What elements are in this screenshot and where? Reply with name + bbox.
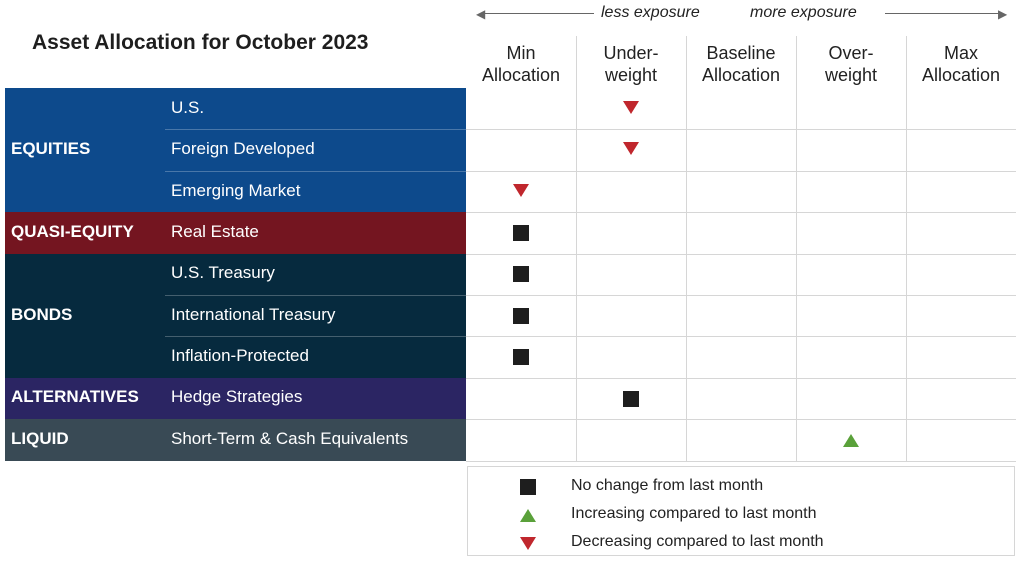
- legend-no-change: No change from last month: [571, 477, 764, 494]
- group-label: EQUITIES: [11, 139, 91, 159]
- exposure-scale: ◀ less exposure more exposure ▶: [470, 4, 1015, 24]
- row-separator: [165, 170, 466, 172]
- arrow-right-line: [885, 13, 1000, 14]
- arrow-right-icon: ▶: [998, 7, 1008, 21]
- asset-row-label: International Treasury: [171, 304, 336, 324]
- column-header-line2: Allocation: [921, 65, 1001, 85]
- grid-hline: [466, 295, 1016, 296]
- asset-row-label: Hedge Strategies: [171, 387, 303, 407]
- grid-vline: [796, 36, 797, 461]
- legend-down-triangle-icon: [520, 537, 536, 550]
- group-block: QUASI-EQUITY Real Estate: [5, 212, 466, 255]
- column-header-line1: Under-: [603, 43, 659, 63]
- marker-increasing-icon: [843, 433, 859, 447]
- group-label: ALTERNATIVES: [11, 387, 139, 407]
- legend-increasing: Increasing compared to last month: [571, 505, 817, 522]
- column-header-line2: Allocation: [701, 65, 781, 85]
- arrow-left-line: [482, 13, 594, 14]
- asset-row-label: U.S. Treasury: [171, 263, 275, 283]
- marker-no-change-icon: [513, 349, 529, 366]
- marker-decreasing-icon: [513, 183, 529, 197]
- column-header-line2: Allocation: [481, 65, 561, 85]
- column-header-line1: Over-: [828, 43, 874, 63]
- grid-vline: [906, 36, 907, 461]
- marker-no-change-icon: [513, 307, 529, 324]
- column-header-line1: Baseline: [706, 43, 776, 63]
- asset-row-label: U.S.: [171, 97, 205, 117]
- less-exposure-label: less exposure: [601, 4, 700, 21]
- legend: No change from last month Increasing com…: [467, 466, 1015, 556]
- grid-hline: [466, 377, 1016, 379]
- grid-vline: [576, 36, 577, 461]
- group-label: BONDS: [11, 304, 73, 324]
- grid-hline: [466, 460, 1016, 462]
- column-header-line2: weight: [604, 65, 658, 85]
- group-block: BONDS U.S. Treasury International Treasury…: [5, 253, 466, 379]
- legend-up-triangle-icon: [520, 509, 536, 522]
- column-header: Min Allocation: [466, 42, 576, 88]
- marker-decreasing-icon: [623, 100, 639, 114]
- grid-hline: [466, 336, 1016, 338]
- asset-row-label: Emerging Market: [171, 180, 301, 200]
- marker-no-change-icon: [513, 224, 529, 241]
- grid-hline: [466, 212, 1016, 214]
- legend-decreasing: Decreasing compared to last month: [571, 533, 824, 550]
- asset-row-label: Short-Term & Cash Equivalents: [171, 428, 409, 448]
- column-header: Over-weight: [796, 42, 906, 88]
- group-block: ALTERNATIVES Hedge Strategies: [5, 377, 466, 420]
- row-separator: [165, 294, 466, 296]
- column-header: Max Allocation: [906, 42, 1016, 88]
- grid-hline: [466, 419, 1016, 421]
- grid-hline: [466, 253, 1016, 255]
- marker-no-change-icon: [623, 390, 639, 407]
- arrow-left-icon: ◀: [476, 7, 486, 21]
- asset-row-label: Real Estate: [171, 221, 259, 241]
- column-header-line2: weight: [824, 65, 878, 85]
- column-header-line1: Max: [943, 43, 978, 63]
- group-label: LIQUID: [11, 428, 69, 448]
- group-block: EQUITIES U.S. Foreign Developed Emerging Ma…: [5, 88, 466, 213]
- grid-hline: [466, 129, 1016, 131]
- chart-title: Asset Allocation for October 2023: [32, 31, 369, 54]
- row-separator: [165, 129, 466, 131]
- asset-row-label: Foreign Developed: [171, 139, 315, 159]
- asset-row-label: Inflation-Protected: [171, 346, 309, 366]
- column-header: Under-weight: [576, 42, 686, 88]
- marker-no-change-icon: [513, 266, 529, 283]
- marker-decreasing-icon: [623, 142, 639, 156]
- legend-square-icon: [520, 479, 536, 495]
- group-block: LIQUID Short-Term & Cash Equivalents: [5, 419, 466, 462]
- column-header: Baseline Allocation: [686, 42, 796, 88]
- more-exposure-label: more exposure: [750, 4, 857, 21]
- grid-hline: [466, 170, 1016, 172]
- column-header-line1: Min: [506, 43, 536, 63]
- grid-vline: [686, 36, 687, 461]
- group-label: QUASI-EQUITY: [11, 221, 134, 241]
- row-separator: [165, 336, 466, 338]
